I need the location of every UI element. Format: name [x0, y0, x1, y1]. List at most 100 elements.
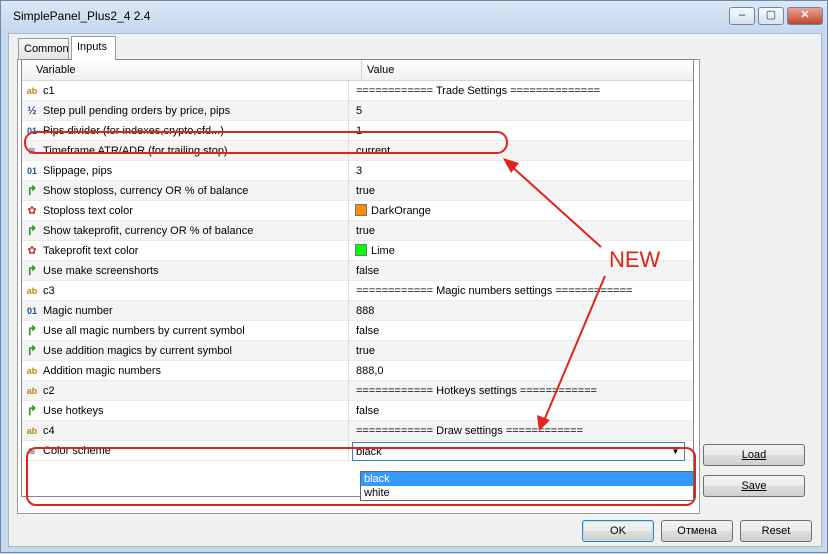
value-cell[interactable]: ============ Trade Settings ============… — [350, 81, 693, 101]
value-cell[interactable]: true — [350, 221, 693, 241]
minimize-icon: – — [738, 9, 746, 21]
table-row[interactable]: ≡ Timeframe ATR/ADR (for trailing stop) cu… — [22, 141, 693, 161]
table-row[interactable]: ✿ Takeprofit text color Lime — [22, 241, 693, 261]
load-button[interactable]: Load — [703, 444, 805, 466]
table-row[interactable]: ↱ Show stoploss, currency OR % of balance… — [22, 181, 693, 201]
table-row[interactable]: 01 Pips divider (for indexes,crypto,cfd..… — [22, 121, 693, 141]
tab-common[interactable]: Common — [18, 38, 69, 59]
cancel-label: Отмена — [677, 525, 717, 537]
table-row[interactable]: ↱ Use hotkeys false — [22, 401, 693, 421]
color-scheme-select[interactable]: black ▼ — [352, 442, 685, 461]
variable-cell: ab Addition magic numbers — [22, 361, 349, 381]
new-annotation-label: NEW — [609, 247, 661, 272]
table-row[interactable]: ab c2 ============ Hotkeys settings ======… — [22, 381, 693, 401]
variable-cell: 01 Pips divider (for indexes,crypto,cfd..… — [22, 121, 349, 141]
variable-cell: ab c1 — [22, 81, 349, 101]
variable-name: c4 — [43, 425, 55, 437]
value-text: Lime — [371, 245, 395, 257]
value-cell[interactable]: true — [350, 181, 693, 201]
integer-icon: 01 — [26, 166, 37, 176]
value-cell[interactable]: black ▼ — [350, 441, 693, 461]
cancel-button[interactable]: Отмена — [661, 520, 733, 542]
variable-cell: ab c2 — [22, 381, 349, 401]
value-cell[interactable]: false — [350, 321, 693, 341]
column-variable[interactable]: Variable — [36, 64, 76, 76]
table-row[interactable]: ↱ Show takeprofit, currency OR % of balan… — [22, 221, 693, 241]
value-cell[interactable]: 1 — [350, 121, 693, 141]
variable-cell: ↱ Use hotkeys — [22, 401, 349, 421]
value-cell[interactable]: 888,0 — [350, 361, 693, 381]
value-cell[interactable]: 5 — [350, 101, 693, 121]
save-button[interactable]: Save — [703, 475, 805, 497]
bool-icon: ↱ — [26, 343, 38, 358]
window-title: SimplePanel_Plus2_4 2.4 — [13, 9, 151, 23]
ab-icon: ab — [26, 386, 38, 396]
value-cell[interactable]: false — [350, 401, 693, 421]
value-text: false — [356, 325, 380, 337]
dropdown-option-white[interactable]: white — [361, 486, 693, 500]
variable-cell: ↱ Use addition magics by current symbol — [22, 341, 349, 361]
value-cell[interactable]: 3 — [350, 161, 693, 181]
value-text: 888 — [356, 305, 375, 317]
table-row[interactable]: ab c1 ============ Trade Settings ========… — [22, 81, 693, 101]
table-row[interactable]: ab c3 ============ Magic numbers settings … — [22, 281, 693, 301]
table-row[interactable]: ↱ Use make screenshorts false — [22, 261, 693, 281]
enum-icon: ≡ — [28, 444, 36, 458]
table-row[interactable]: ab Addition magic numbers 888,0 — [22, 361, 693, 381]
variable-cell: ↱ Show takeprofit, currency OR % of balan… — [22, 221, 349, 241]
value-cell[interactable]: 888 — [350, 301, 693, 321]
reset-button[interactable]: Reset — [740, 520, 812, 542]
save-label: Save — [741, 480, 767, 492]
bool-icon: ↱ — [26, 183, 38, 198]
value-text: ============ Magic numbers settings ====… — [356, 285, 633, 297]
tab-inputs[interactable]: Inputs — [71, 36, 116, 60]
variable-cell: ↱ Use make screenshorts — [22, 261, 349, 281]
table-row[interactable]: 01 Magic number 888 — [22, 301, 693, 321]
title-bar[interactable]: SimplePanel_Plus2_4 2.4 – ▢ ✕ — [1, 1, 827, 31]
value-cell[interactable]: DarkOrange — [350, 201, 693, 221]
value-cell[interactable]: ============ Hotkeys settings ==========… — [350, 381, 693, 401]
color-scheme-dropdown-list[interactable]: black white — [360, 471, 694, 501]
value-cell[interactable]: ============ Draw settings ============ — [350, 421, 693, 441]
variable-name: Show stoploss, currency OR % of balance — [43, 185, 249, 197]
fraction-icon: ½ — [27, 105, 37, 117]
ok-button[interactable]: OK — [582, 520, 654, 542]
variable-name: Slippage, pips — [43, 165, 113, 177]
table-row[interactable]: ab c4 ============ Draw settings =========… — [22, 421, 693, 441]
variable-name: Pips divider (for indexes,crypto,cfd...) — [43, 125, 224, 137]
value-cell[interactable]: current — [350, 141, 693, 161]
column-divider[interactable] — [361, 60, 362, 81]
table-row[interactable]: ↱ Use all magic numbers by current symbol… — [22, 321, 693, 341]
close-button[interactable]: ✕ — [787, 7, 823, 25]
variable-name: Stoploss text color — [43, 205, 133, 217]
value-text: true — [356, 345, 375, 357]
table-row[interactable]: ✿ Stoploss text color DarkOrange — [22, 201, 693, 221]
column-value[interactable]: Value — [367, 64, 394, 76]
grid-rows: ab c1 ============ Trade Settings ========… — [22, 81, 693, 461]
bool-icon: ↱ — [26, 403, 38, 418]
color-icon: ✿ — [27, 205, 37, 217]
load-label: Load — [741, 449, 767, 461]
variable-cell: ab c4 — [22, 421, 349, 441]
variable-name: c1 — [43, 85, 55, 97]
value-text: ============ Hotkeys settings ==========… — [356, 385, 597, 397]
table-row[interactable]: ½ Step pull pending orders by price, pips… — [22, 101, 693, 121]
minimize-button[interactable]: – — [729, 7, 755, 25]
variable-cell: ↱ Use all magic numbers by current symbol — [22, 321, 349, 341]
variable-name: c3 — [43, 285, 55, 297]
chevron-down-icon[interactable]: ▼ — [668, 444, 683, 459]
variable-cell: ↱ Show stoploss, currency OR % of balance — [22, 181, 349, 201]
variable-cell: ≡ Color scheme — [22, 441, 349, 461]
table-row[interactable]: ↱ Use addition magics by current symbol tr… — [22, 341, 693, 361]
select-value: black — [356, 446, 382, 458]
maximize-button[interactable]: ▢ — [758, 7, 784, 25]
variable-name: Step pull pending orders by price, pips — [43, 105, 231, 117]
variable-name: Addition magic numbers — [43, 365, 162, 377]
table-row[interactable]: ≡ Color scheme black ▼ — [22, 441, 693, 461]
value-cell[interactable]: ============ Magic numbers settings ====… — [350, 281, 693, 301]
table-row[interactable]: 01 Slippage, pips 3 — [22, 161, 693, 181]
dropdown-option-black[interactable]: black — [361, 472, 693, 486]
bool-icon: ↱ — [26, 263, 38, 278]
variable-cell: 01 Slippage, pips — [22, 161, 349, 181]
value-cell[interactable]: true — [350, 341, 693, 361]
